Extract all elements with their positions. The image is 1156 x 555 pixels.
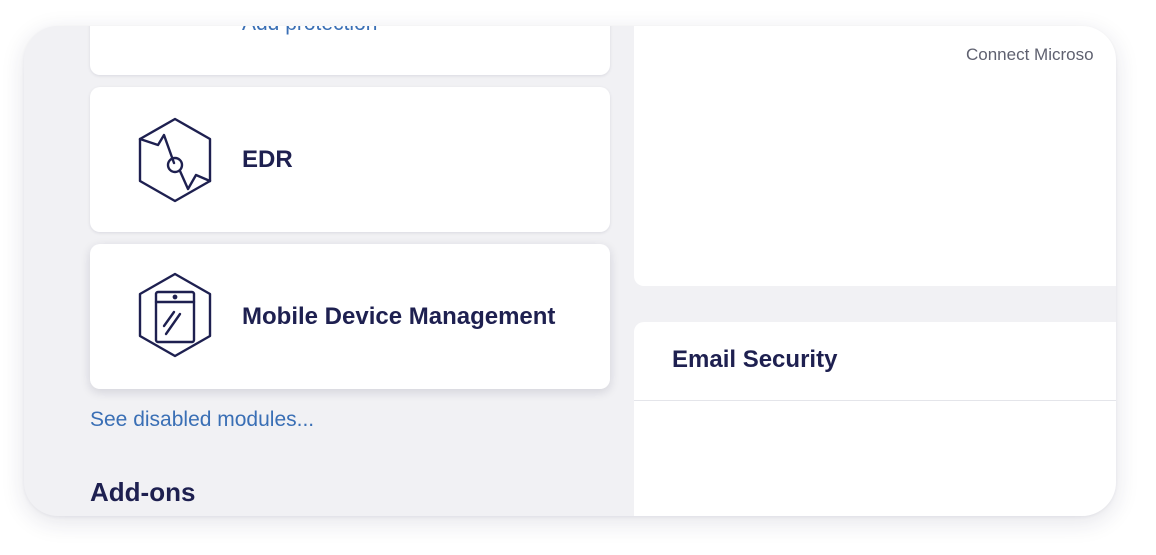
module-sublabel: Add protection: [242, 26, 377, 36]
module-label-edr: EDR: [242, 146, 293, 173]
module-card-protection[interactable]: Add protection: [90, 26, 610, 75]
email-security-title: Email Security: [672, 346, 838, 373]
addons-heading: Add-ons: [90, 477, 196, 507]
integration-panel: Connect Microso: [634, 26, 1116, 286]
edr-hexagon-icon: [138, 117, 212, 203]
connect-microsoft-text[interactable]: Connect Microso: [966, 45, 1094, 65]
email-security-panel: Email Security: [634, 322, 1116, 516]
see-disabled-modules-link[interactable]: See disabled modules...: [90, 408, 314, 432]
module-label-mdm: Mobile Device Management: [242, 303, 556, 330]
divider: [634, 400, 1116, 401]
module-card-mdm[interactable]: Mobile Device Management: [90, 244, 610, 389]
app-frame: Add protection EDR Mobile Device Managem…: [24, 26, 1116, 516]
module-card-edr[interactable]: EDR: [90, 87, 610, 232]
mobile-device-hexagon-icon: [138, 272, 212, 358]
